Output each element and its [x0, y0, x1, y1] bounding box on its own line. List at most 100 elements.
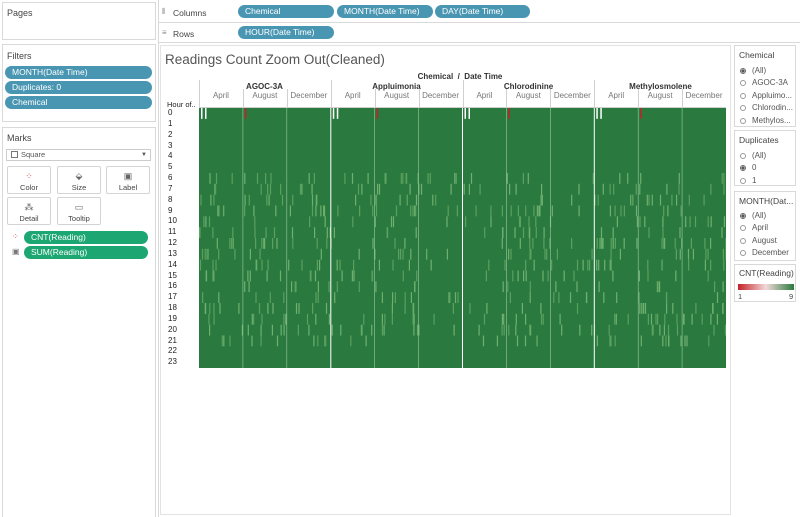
size-button-label: Size: [71, 183, 87, 192]
heatmap-cell: [678, 183, 680, 195]
heatmap-cell: [344, 173, 346, 184]
heatmap-cell: [501, 205, 503, 217]
heatmap-cell: [308, 173, 310, 184]
heatmap-cell: [525, 259, 527, 271]
detail-button[interactable]: ⁂ Detail: [7, 197, 51, 225]
heatmap-cell: [556, 248, 558, 260]
heatmap-cell: [721, 173, 723, 184]
duplicates-filter-option-label: 0: [752, 163, 757, 173]
column-separator: [418, 89, 420, 108]
rows-hour-pill[interactable]: HOUR(Date Time): [238, 26, 334, 39]
heatmap-cell: [384, 173, 386, 184]
heatmap-cell: [619, 248, 621, 260]
heatmap-cell: [501, 313, 503, 325]
heatmap-cell: [212, 259, 214, 271]
columns-day-pill[interactable]: DAY(Date Time): [435, 5, 530, 18]
heatmap-cell: [614, 238, 616, 249]
month-header-0-1: August: [252, 91, 278, 100]
heatmap-cell: [315, 194, 317, 206]
heatmap-cell: [255, 292, 257, 304]
duplicates-filter-option[interactable]: 0: [740, 163, 756, 172]
heatmap-cell: [201, 248, 204, 260]
heatmap-cell: [232, 238, 234, 249]
month-filter-option[interactable]: (All): [740, 211, 766, 220]
heatmap-cell: [280, 183, 282, 195]
heatmap-cell: [659, 194, 662, 206]
heatmap-cell: [232, 227, 234, 239]
columns-month-pill[interactable]: MONTH(Date Time): [337, 5, 433, 18]
heatmap-cell: [713, 324, 715, 336]
mark-type-select[interactable]: Square ▼: [6, 149, 151, 161]
heatmap-cell: [648, 227, 650, 239]
heatmap-cell: [635, 183, 637, 195]
heatmap-cell: [612, 227, 614, 239]
heatmap-cell: [404, 292, 406, 304]
sum-reading-pill[interactable]: SUM(Reading): [24, 246, 148, 259]
heatmap-cell: [254, 227, 256, 239]
hour-label: 16: [168, 281, 177, 291]
heatmap-cell: [661, 238, 663, 249]
month-header-1-0: April: [344, 91, 361, 100]
hour-label: 10: [168, 216, 177, 226]
chemical-filter-option[interactable]: Chlorodin...: [740, 103, 793, 112]
columns-shelf-label: Columns: [173, 8, 207, 18]
chemical-filter-option[interactable]: AGOC-3A: [740, 78, 788, 87]
heatmap-cell: [285, 313, 287, 325]
heatmap-cell: [269, 292, 271, 304]
chemical-filter-option[interactable]: Methylos...: [740, 116, 791, 125]
heatmap-cell: [627, 173, 629, 184]
heatmap-cell: [553, 292, 555, 304]
chemical-filter-option[interactable]: Appluimo...: [740, 91, 792, 100]
heatmap-cell: [582, 259, 584, 271]
heatmap-cell: [410, 292, 412, 304]
heatmap-cell: [229, 238, 231, 249]
month-filter-option[interactable]: April: [740, 223, 768, 232]
heatmap-cell: [371, 324, 373, 336]
radio-icon: [740, 213, 746, 219]
filter-chemical-pill[interactable]: Chemical: [5, 96, 152, 109]
heatmap-cell: [283, 324, 285, 336]
heatmap-cell: [527, 173, 529, 184]
heatmap-cell: [485, 270, 487, 282]
heatmap-cell: [320, 248, 322, 260]
heatmap-cell: [260, 324, 262, 336]
month-filter-option[interactable]: December: [740, 248, 789, 257]
cnt-reading-pill[interactable]: CNT(Reading): [24, 231, 148, 244]
detail-icon: ⁂: [24, 202, 34, 212]
heatmap-cell: [664, 313, 666, 325]
heatmap-cell: [280, 324, 282, 336]
tooltip-button[interactable]: ▭ Tooltip: [57, 197, 101, 225]
chemical-filter-option[interactable]: (All): [740, 66, 766, 75]
size-button[interactable]: ⬙ Size: [57, 166, 101, 194]
heatmap-cell: [200, 194, 202, 206]
filter-month-pill[interactable]: MONTH(Date Time): [5, 66, 152, 79]
label-button[interactable]: ▣ Label: [106, 166, 150, 194]
heatmap-cell: [272, 303, 274, 314]
heatmap-cell: [361, 324, 363, 336]
heatmap-cell: [199, 259, 202, 271]
heatmap-cell: [308, 324, 310, 336]
hour-label: 21: [168, 335, 177, 345]
heatmap-cell: [488, 259, 490, 271]
heatmap-cell: [432, 194, 434, 206]
shelf-divider: [158, 22, 800, 23]
heatmap-cell: [609, 335, 611, 347]
heatmap-cell: [371, 270, 374, 282]
legend-max-label: 9: [789, 292, 794, 301]
filter-duplicates-pill[interactable]: Duplicates: 0: [5, 81, 152, 94]
color-button[interactable]: ⁘ Color: [7, 166, 51, 194]
heatmap-cell: [614, 335, 616, 347]
heatmap-cell: [260, 183, 262, 195]
heatmap-cell: [415, 227, 417, 239]
hour-label: 18: [168, 303, 177, 312]
columns-chemical-pill[interactable]: Chemical: [238, 5, 334, 18]
duplicates-filter-option-label: (All): [752, 151, 767, 160]
heatmap-cell: [334, 292, 336, 304]
heatmap-cell: [710, 183, 712, 195]
month-filter-option[interactable]: August: [740, 236, 777, 245]
heatmap-cell: [281, 194, 284, 206]
heatmap-cell: [522, 173, 524, 184]
duplicates-filter-option[interactable]: (All): [740, 151, 766, 160]
heatmap-cell: [716, 292, 719, 304]
duplicates-filter-option[interactable]: 1: [740, 176, 756, 185]
